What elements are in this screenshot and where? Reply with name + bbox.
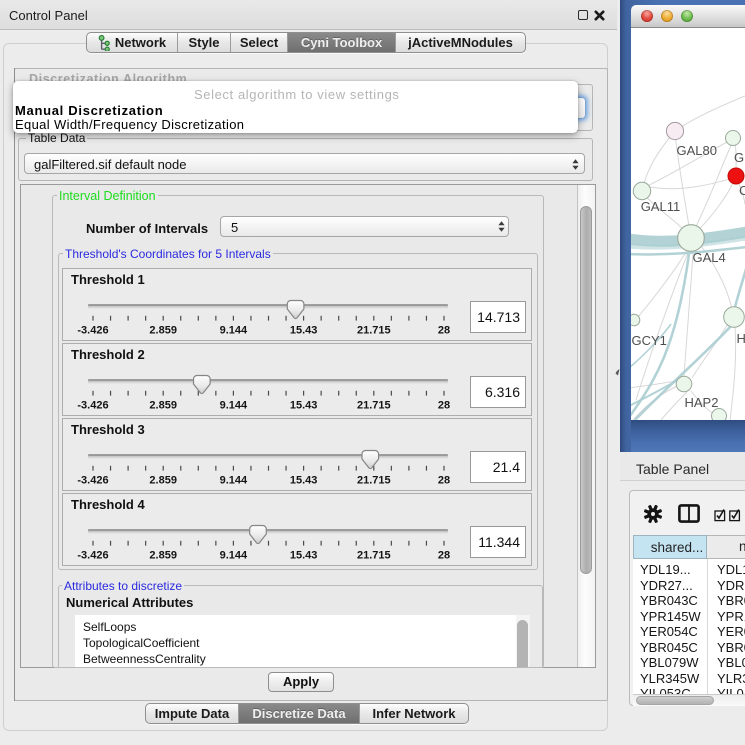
svg-text:21.715: 21.715: [357, 400, 391, 412]
svg-text:G: G: [734, 150, 744, 165]
svg-text:GAL11: GAL11: [641, 199, 681, 214]
svg-text:-3.426: -3.426: [77, 550, 108, 562]
svg-text:28: 28: [438, 325, 450, 337]
svg-text:9.144: 9.144: [220, 400, 248, 412]
svg-text:9.144: 9.144: [220, 550, 248, 562]
svg-text:2.859: 2.859: [149, 400, 177, 412]
svg-text:2.859: 2.859: [149, 325, 177, 337]
svg-text:GAL80: GAL80: [677, 143, 717, 158]
svg-text:C: C: [739, 183, 745, 198]
svg-text:28: 28: [438, 550, 450, 562]
svg-text:-3.426: -3.426: [77, 475, 108, 487]
svg-text:HAP2: HAP2: [685, 395, 719, 410]
svg-text:9.144: 9.144: [220, 325, 248, 337]
svg-text:2.859: 2.859: [149, 550, 177, 562]
svg-text:15.43: 15.43: [290, 475, 318, 487]
svg-text:28: 28: [438, 400, 450, 412]
svg-text:15.43: 15.43: [290, 325, 318, 337]
svg-text:21.715: 21.715: [357, 475, 391, 487]
svg-text:9.144: 9.144: [220, 475, 248, 487]
svg-text:28: 28: [438, 475, 450, 487]
svg-text:GCY1: GCY1: [632, 333, 667, 348]
svg-text:H: H: [737, 331, 745, 346]
svg-text:-3.426: -3.426: [77, 400, 108, 412]
svg-text:2.859: 2.859: [149, 475, 177, 487]
svg-text:15.43: 15.43: [290, 550, 318, 562]
svg-text:GAL4: GAL4: [693, 250, 726, 265]
svg-text:-3.426: -3.426: [77, 325, 108, 337]
svg-text:15.43: 15.43: [290, 400, 318, 412]
svg-text:21.715: 21.715: [357, 325, 391, 337]
svg-text:21.715: 21.715: [357, 550, 391, 562]
